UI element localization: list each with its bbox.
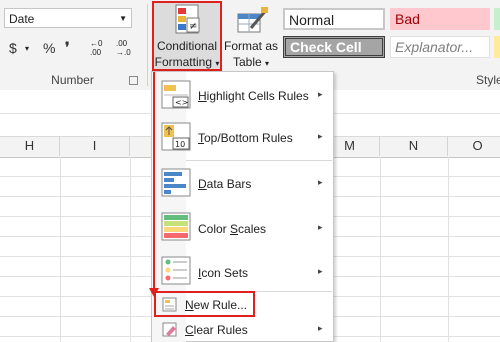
group-separator xyxy=(147,4,148,86)
format-as-table-icon xyxy=(237,7,269,33)
chevron-down-icon: ▼ xyxy=(119,14,127,23)
highlight-cells-rules-icon: <> xyxy=(161,80,191,109)
menu-item-label: Highlight Cells Rules xyxy=(198,89,309,103)
column-header-i[interactable]: I xyxy=(60,136,130,156)
accounting-dropdown-icon[interactable]: ▾ xyxy=(25,44,29,53)
cell-style-explanatory[interactable]: Explanator... xyxy=(390,36,490,58)
increase-decimal-top: ←0 xyxy=(90,39,103,48)
column-header-n[interactable]: N xyxy=(380,136,448,156)
dialog-launcher-icon[interactable] xyxy=(129,76,138,85)
increase-decimal-button[interactable]: ←0 .00 xyxy=(90,39,112,61)
number-format-select[interactable]: Date ▼ xyxy=(4,8,132,28)
annotation-arrow-line xyxy=(153,72,155,292)
submenu-arrow-icon: ▸ xyxy=(318,323,323,333)
cell-style-normal[interactable]: Normal xyxy=(283,8,385,30)
menu-item-text: Color Scales xyxy=(198,222,267,236)
menu-item-text: Data Bars xyxy=(198,177,252,191)
column-header-o[interactable]: O xyxy=(448,136,500,156)
percent-style-button[interactable]: % xyxy=(43,40,55,56)
top-bottom-icon-number: 10 xyxy=(175,140,185,149)
color-scales-icon xyxy=(161,212,191,241)
menu-item-label: Color Scales xyxy=(198,222,266,236)
chevron-down-icon: ▾ xyxy=(265,59,270,68)
menu-item-text: Clear Rules xyxy=(185,323,248,337)
format-as-table-label-2: Table ▾ xyxy=(223,55,279,69)
group-label-number: Number xyxy=(51,73,94,87)
menu-separator xyxy=(186,160,332,161)
decrease-decimal-button[interactable]: .00 →.0 xyxy=(116,39,138,61)
submenu-arrow-icon: ▸ xyxy=(318,266,323,276)
submenu-arrow-icon: ▸ xyxy=(318,177,323,187)
conditional-formatting-label-2-text: Formatting xyxy=(154,55,212,69)
svg-text:≠: ≠ xyxy=(189,21,197,32)
conditional-formatting-label: Conditional xyxy=(156,39,218,53)
menu-item-label: Data Bars xyxy=(198,177,251,191)
group-label-styles: Style xyxy=(476,73,500,87)
conditional-formatting-label-2: Formatting ▾ xyxy=(152,55,222,69)
svg-text:<>: <> xyxy=(175,98,188,107)
accounting-format-button[interactable]: $ xyxy=(9,40,17,56)
annotation-arrow-head-icon xyxy=(149,288,159,297)
chevron-down-icon: ▾ xyxy=(215,59,220,68)
cell-style-neutral-partial[interactable] xyxy=(494,36,500,58)
decrease-decimal-bottom: →.0 xyxy=(116,48,131,57)
cell-style-bad[interactable]: Bad xyxy=(390,8,490,30)
menu-item-text: Icon Sets xyxy=(198,266,249,280)
submenu-arrow-icon: ▸ xyxy=(318,222,323,232)
column-header-h[interactable]: H xyxy=(0,136,60,156)
grid-col-line xyxy=(60,157,61,342)
format-as-table-label-2-text: Table xyxy=(232,55,262,69)
menu-item-label: Clear Rules xyxy=(185,323,248,337)
menu-item-label: Icon Sets xyxy=(198,266,248,280)
grid-col-line xyxy=(380,157,381,342)
icon-sets-icon xyxy=(161,256,191,285)
submenu-arrow-icon: ▸ xyxy=(318,131,323,141)
cell-style-check-cell[interactable]: Check Cell xyxy=(283,36,385,58)
comma-style-button[interactable]: ❜ xyxy=(65,39,70,56)
menu-item-label: Top/Bottom Rules xyxy=(198,131,293,145)
conditional-formatting-icon: ≠ xyxy=(175,4,200,34)
submenu-arrow-icon: ▸ xyxy=(318,89,323,99)
decrease-decimal-top: .00 xyxy=(116,39,128,48)
top-bottom-rules-icon: 10 xyxy=(161,122,191,151)
menu-item-text: Highlight Cells Rules xyxy=(198,89,309,103)
format-as-table-label: Format as xyxy=(223,39,278,53)
clear-rules-icon xyxy=(162,322,177,337)
data-bars-icon xyxy=(161,168,191,197)
cell-style-good-partial[interactable] xyxy=(494,8,500,30)
number-format-value: Date xyxy=(9,12,35,26)
increase-decimal-bottom: .00 xyxy=(90,48,102,57)
grid-col-line xyxy=(448,157,449,342)
menu-item-text: Top/Bottom Rules xyxy=(198,131,293,145)
grid-col-line xyxy=(130,157,131,342)
new-rule-highlight-box xyxy=(154,291,255,317)
